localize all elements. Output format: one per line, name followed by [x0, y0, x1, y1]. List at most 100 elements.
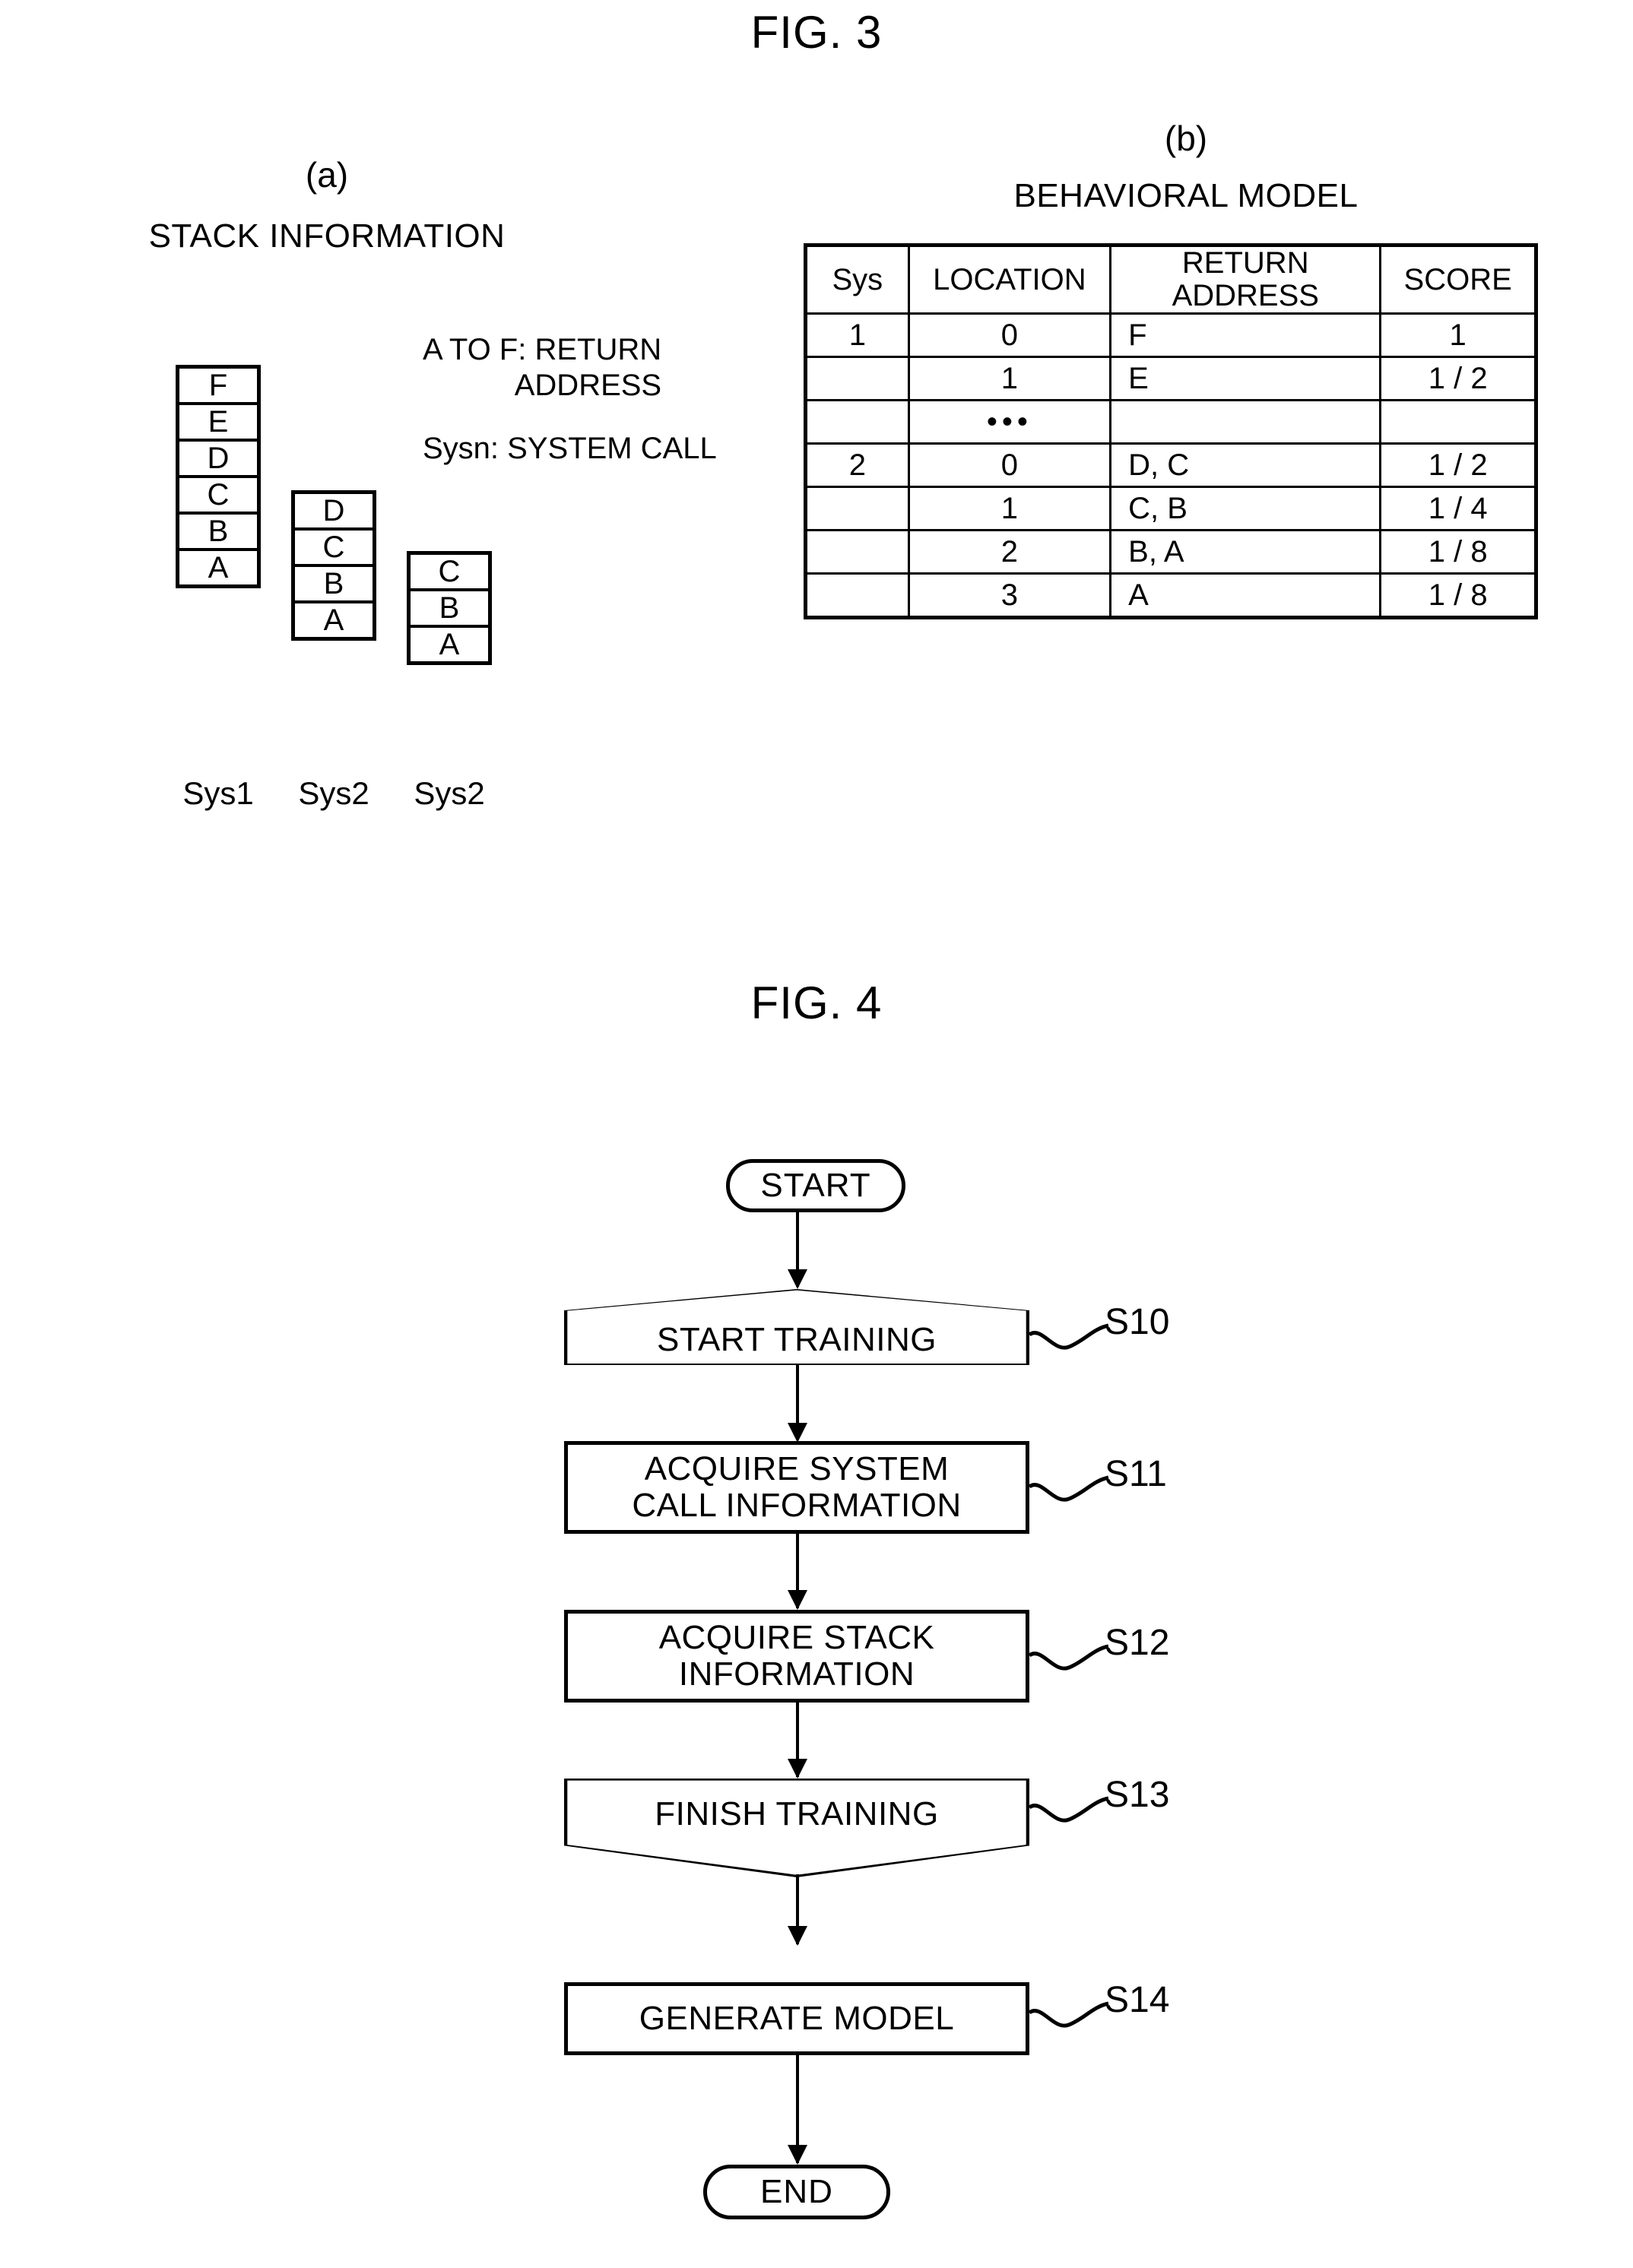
table-row: 3 A 1 / 8	[804, 572, 1537, 619]
cell-sys: 2	[804, 442, 910, 489]
cell-return-address	[1109, 399, 1382, 445]
flow-step-s10-box: START TRAINING	[564, 1289, 1029, 1365]
cell-sys: 1	[804, 312, 910, 359]
flow-step-s12-label-line2: INFORMATION	[678, 1655, 915, 1693]
flow-step-s11-label-line1: ACQUIRE SYSTEM	[644, 1449, 950, 1487]
cell-sys	[804, 486, 910, 532]
flow-step-s11-box: ACQUIRE SYSTEM CALL INFORMATION	[564, 1441, 1029, 1534]
cell-score: 1 / 2	[1379, 356, 1537, 402]
flow-step-s13-label: FINISH TRAINING	[655, 1795, 939, 1832]
cell-return-address: B, A	[1109, 529, 1382, 575]
stack-cell: A	[439, 628, 460, 661]
fig3-part-a-letter: (a)	[305, 155, 349, 195]
cell-location: 0	[907, 312, 1112, 359]
arrowhead-s10-to-s11	[788, 1423, 807, 1443]
stack-cell: B	[179, 515, 257, 551]
stack-cell: D	[295, 494, 373, 531]
step-label-s11: S11	[1105, 1454, 1167, 1494]
flow-step-s14-box: GENERATE MODEL	[564, 1982, 1029, 2055]
flow-step-s11-label-line2: CALL INFORMATION	[632, 1487, 962, 1524]
cell-location-ellipsis: •••	[907, 399, 1112, 445]
legend-line-3-wrap: Sysn: SYSTEM CALL	[423, 431, 717, 467]
flow-step-s13-inner: FINISH TRAINING	[567, 1780, 1026, 1875]
cell-score: 1 / 8	[1379, 529, 1537, 575]
stack-cell: E	[179, 405, 257, 442]
th-location: LOCATION	[907, 243, 1112, 315]
leader-squiggle-s12	[1028, 1644, 1109, 1671]
leader-squiggle-s13	[1028, 1796, 1109, 1823]
behavioral-model-table: Sys LOCATION RETURN ADDRESS SCORE 1 0 F …	[804, 243, 1538, 620]
flow-step-s14-label: GENERATE MODEL	[639, 1999, 955, 2037]
legend-line-3: Sysn: SYSTEM CALL	[423, 432, 717, 465]
flow-step-s12-label-line1: ACQUIRE STACK	[658, 1618, 935, 1656]
th-return-address-line1: RETURN	[1181, 246, 1309, 280]
flow-end-terminal: END	[703, 2165, 890, 2219]
table-header-row: Sys LOCATION RETURN ADDRESS SCORE	[804, 243, 1537, 315]
stack-sys1: F E D C B A	[176, 365, 261, 588]
legend-line-1: A TO F: RETURN	[423, 333, 662, 366]
cell-score: 1	[1379, 312, 1537, 359]
arrowhead-start-to-s10	[788, 1269, 807, 1289]
flow-step-s12-box: ACQUIRE STACK INFORMATION	[564, 1610, 1029, 1703]
stack-legend: A TO F: RETURN ADDRESS	[423, 332, 661, 404]
arrowhead-s12-to-s13	[788, 1759, 807, 1779]
step-label-s12: S12	[1105, 1623, 1170, 1663]
fig3-title: FIG. 3	[750, 7, 883, 58]
leader-squiggle-s14	[1028, 2001, 1109, 2028]
fig3-part-b-caption: BEHAVIORAL MODEL	[1013, 177, 1359, 214]
fig4-title: FIG. 4	[750, 977, 883, 1028]
step-label-s13: S13	[1105, 1775, 1170, 1815]
arrowhead-s11-to-s12	[788, 1590, 807, 1610]
fig3-part-a-caption: STACK INFORMATION	[148, 217, 506, 255]
cell-sys	[804, 399, 910, 445]
cell-location: 0	[907, 442, 1112, 489]
th-return-address-line2: ADDRESS	[1172, 279, 1319, 313]
stack-label-sys1: Sys1	[182, 775, 254, 811]
stack-label-sys2-b: Sys2	[414, 775, 485, 811]
flow-step-s12-text: ACQUIRE STACK INFORMATION	[658, 1618, 935, 1693]
cell-return-address: F	[1109, 312, 1382, 359]
arrowhead-s14-to-end	[788, 2145, 807, 2165]
stack-cell: F	[179, 369, 257, 405]
flow-start-terminal-label: START	[760, 1167, 871, 1204]
table-row: 1 0 F 1	[804, 312, 1537, 359]
fig3-part-b-letter: (b)	[1164, 119, 1208, 158]
legend-line-2: ADDRESS	[514, 369, 662, 403]
leader-squiggle-s10	[1028, 1323, 1109, 1350]
stack-sys2-b: C B A	[407, 551, 492, 665]
stack-cell: C	[295, 531, 373, 567]
cell-location: 1	[907, 486, 1112, 532]
cell-score	[1379, 399, 1537, 445]
stack-cell: A	[323, 603, 344, 637]
cell-score: 1 / 2	[1379, 442, 1537, 489]
stack-cell: B	[411, 591, 488, 628]
flow-step-s11-text: ACQUIRE SYSTEM CALL INFORMATION	[632, 1449, 962, 1525]
flow-start-terminal: START	[726, 1159, 905, 1212]
cell-location: 2	[907, 529, 1112, 575]
stack-cell: C	[411, 555, 488, 591]
step-label-s10: S10	[1105, 1302, 1170, 1342]
leader-squiggle-s11	[1028, 1475, 1109, 1502]
cell-score: 1 / 8	[1379, 572, 1537, 619]
stack-sys2-a: D C B A	[291, 490, 376, 641]
flow-step-s13-box: FINISH TRAINING	[564, 1779, 1029, 1877]
cell-return-address: C, B	[1109, 486, 1382, 532]
th-score: SCORE	[1379, 243, 1537, 315]
cell-location: 1	[907, 356, 1112, 402]
flow-step-s10-inner: START TRAINING	[567, 1290, 1026, 1364]
stack-cell: D	[179, 442, 257, 478]
step-label-s14: S14	[1105, 1980, 1170, 2020]
stack-label-sys2-a: Sys2	[298, 775, 369, 811]
cell-return-address: A	[1109, 572, 1382, 619]
cell-sys	[804, 572, 910, 619]
flow-step-s10-label: START TRAINING	[656, 1321, 937, 1358]
table-row: 2 0 D, C 1 / 2	[804, 442, 1537, 489]
stack-cell: B	[295, 567, 373, 603]
stack-cell: A	[208, 551, 229, 584]
stack-cell: C	[179, 478, 257, 515]
flow-end-terminal-label: END	[760, 2173, 833, 2210]
table-row: 1 C, B 1 / 4	[804, 486, 1537, 532]
cell-score: 1 / 4	[1379, 486, 1537, 532]
cell-location: 3	[907, 572, 1112, 619]
arrowhead-s13-to-s14	[788, 1926, 807, 1946]
